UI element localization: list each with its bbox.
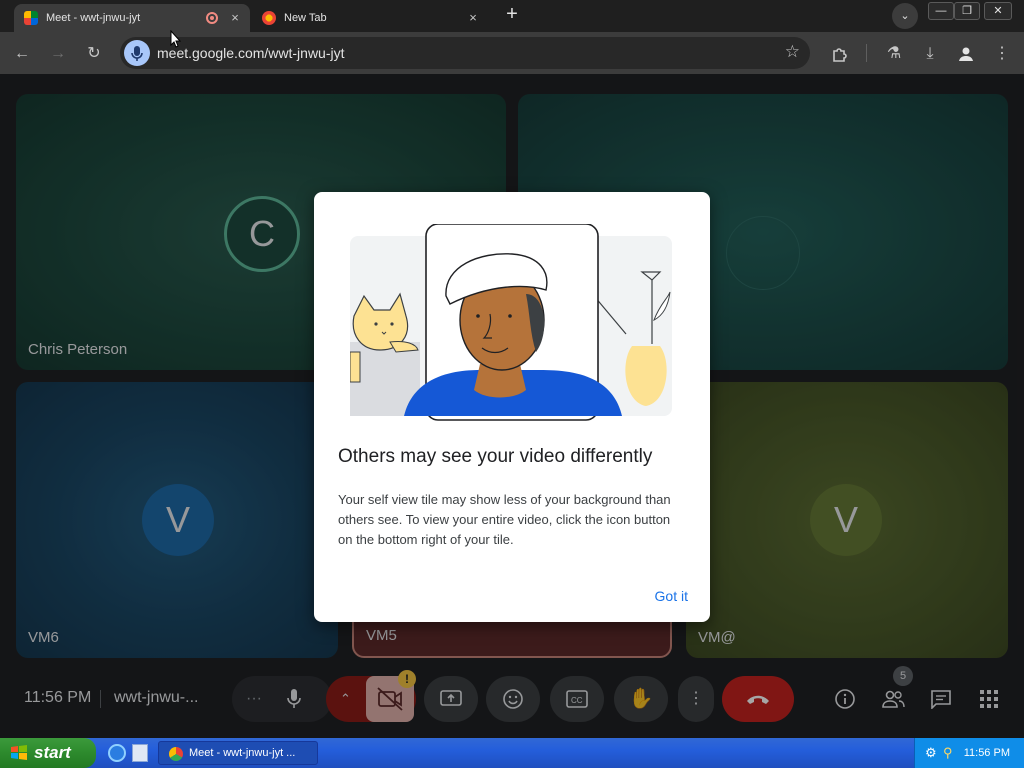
start-label: start [34, 743, 71, 762]
browser-toolbar: ← → ↻ meet.google.com/wwt-jnwu-jyt ☆ ⚗ ⤓… [0, 32, 1024, 74]
address-bar[interactable]: meet.google.com/wwt-jnwu-jyt ☆ [120, 37, 810, 69]
close-tab-icon[interactable]: × [226, 9, 244, 27]
download-icon[interactable]: ⤓ [918, 42, 942, 66]
tab-new-tab[interactable]: New Tab × [252, 4, 488, 32]
menu-icon[interactable]: ⋮ [990, 42, 1014, 66]
start-button[interactable]: start [0, 738, 96, 768]
dialog-title: Others may see your video differently [338, 446, 653, 467]
restore-icon[interactable]: ❐ [954, 2, 980, 20]
new-tab-button[interactable]: + [500, 4, 524, 26]
got-it-button[interactable]: Got it [655, 588, 688, 604]
taskbar: start Meet - wwt-jnwu-jyt ... ⚙ ⚲ 11:56 … [0, 738, 1024, 768]
labs-icon[interactable]: ⚗ [882, 42, 906, 66]
recording-indicator-icon [206, 12, 218, 24]
tab-bar: Meet - wwt-jnwu-jyt × New Tab × + ⌄ — ❐ … [0, 0, 1024, 32]
tray-clock: 11:56 PM [963, 747, 1010, 759]
meet-favicon-icon [24, 11, 38, 25]
tab-title: New Tab [284, 12, 327, 24]
windows-flag-icon [11, 745, 27, 760]
dialog-body: Your self view tile may show less of you… [338, 492, 671, 547]
ie-quicklaunch-icon[interactable] [108, 744, 126, 762]
forward-icon[interactable]: → [46, 42, 70, 66]
mouse-cursor-icon [170, 30, 182, 48]
toolbar-divider [866, 44, 867, 62]
tab-meet[interactable]: Meet - wwt-jnwu-jyt × [14, 4, 250, 32]
reload-icon[interactable]: ↻ [82, 42, 106, 66]
system-tray: ⚙ ⚲ 11:56 PM [914, 738, 1024, 768]
self-view-info-dialog: Others may see your video differently Yo… [314, 192, 710, 622]
search-tray-icon[interactable]: ⚲ [943, 745, 953, 761]
taskbar-window-title: Meet - wwt-jnwu-jyt ... [189, 747, 296, 759]
close-tab-icon[interactable]: × [464, 9, 482, 27]
tab-search-icon[interactable]: ⌄ [892, 3, 918, 29]
back-icon[interactable]: ← [10, 42, 34, 66]
profile-icon[interactable] [954, 42, 978, 66]
extensions-icon[interactable] [828, 42, 852, 66]
taskbar-window-item[interactable]: Meet - wwt-jnwu-jyt ... [158, 741, 318, 765]
url-text[interactable]: meet.google.com/wwt-jnwu-jyt [157, 45, 345, 61]
network-icon[interactable]: ⚙ [925, 745, 937, 761]
star-icon[interactable]: ☆ [785, 42, 800, 62]
chrome-icon [169, 747, 183, 761]
self-view-illustration [350, 224, 672, 421]
explorer-quicklaunch-icon[interactable] [132, 744, 148, 762]
new-tab-favicon-icon [262, 11, 276, 25]
close-window-icon[interactable]: ✕ [984, 2, 1012, 20]
tab-title: Meet - wwt-jnwu-jyt [46, 12, 141, 24]
minimize-icon[interactable]: — [928, 2, 954, 20]
mic-in-use-icon[interactable] [124, 40, 150, 66]
